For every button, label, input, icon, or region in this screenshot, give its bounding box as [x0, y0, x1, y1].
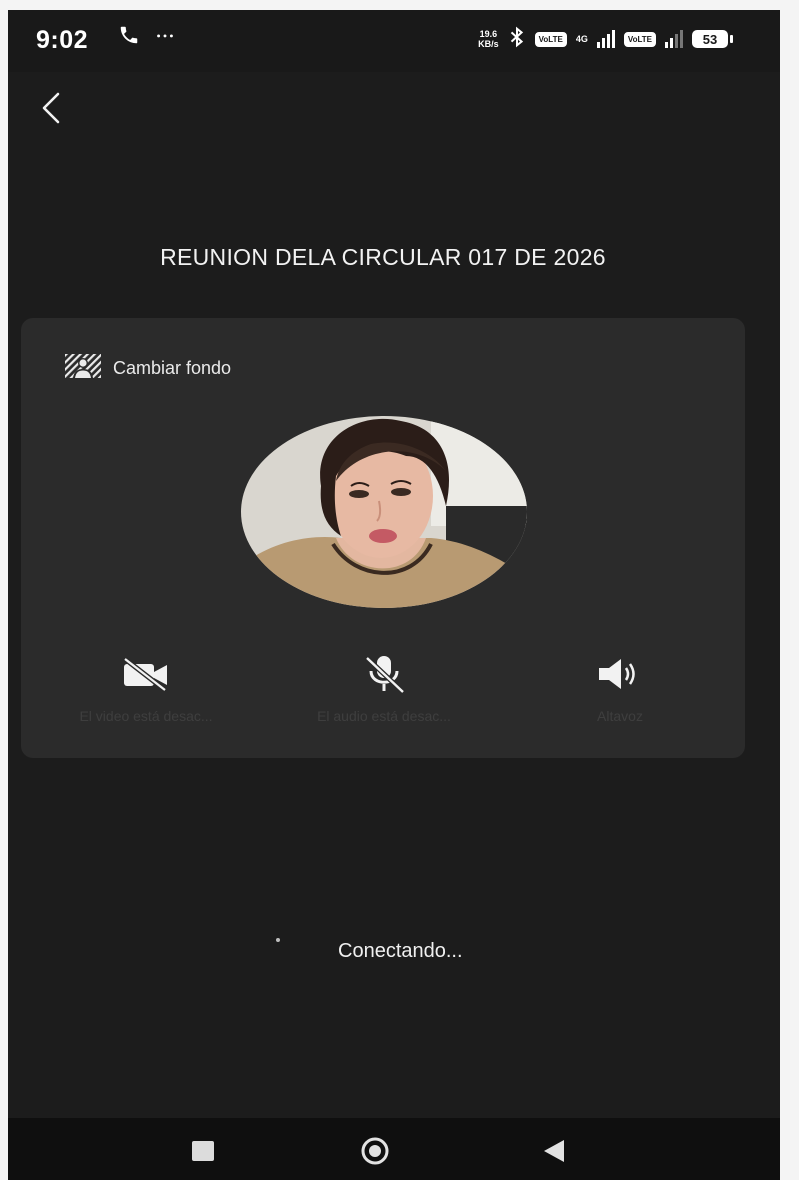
audio-status-label: El audio está desac...	[317, 708, 451, 724]
speaker-button[interactable]: Altavoz	[495, 652, 745, 724]
mic-off-icon	[365, 656, 405, 694]
bluetooth-icon	[508, 26, 526, 52]
network-type: 4G	[575, 33, 588, 44]
volte-badge-2: VoLTE	[623, 31, 656, 47]
more-dots-icon	[154, 26, 176, 51]
network-speed: 19.6 KB/s	[478, 29, 499, 49]
video-off-icon	[123, 657, 167, 692]
battery-icon: 53	[692, 30, 733, 48]
change-background-label: Cambiar fondo	[113, 358, 232, 378]
change-background-button[interactable]: Cambiar fondo	[65, 354, 231, 383]
recents-square-icon	[192, 1141, 214, 1161]
meeting-title: REUNION DELA CIRCULAR 017 DE 2026	[160, 244, 606, 270]
network-speed-value: 19.6	[479, 29, 498, 39]
toggle-video-button[interactable]: El video está desac...	[21, 652, 271, 724]
loading-spinner-icon	[276, 938, 280, 942]
phone-call-icon	[118, 26, 146, 51]
speaker-icon	[599, 659, 635, 689]
back-triangle-icon	[544, 1140, 564, 1162]
network-speed-unit: KB/s	[478, 39, 499, 49]
navigation-bar	[8, 1118, 780, 1180]
user-avatar	[241, 416, 527, 608]
background-blur-icon	[65, 354, 101, 383]
home-circle-icon	[361, 1137, 389, 1165]
connecting-status: Conectando...	[338, 940, 463, 962]
volte-badge-1: VoLTE	[534, 31, 567, 47]
system-back-button[interactable]	[538, 1136, 568, 1171]
toggle-audio-button[interactable]: El audio está desac...	[259, 652, 509, 724]
status-time: 9:02	[36, 26, 89, 54]
status-left-icons	[118, 24, 184, 52]
video-status-label: El video está desac...	[79, 708, 213, 724]
recents-button[interactable]	[188, 1136, 218, 1171]
status-bar: 9:02 19.6 KB/s VoLTE 4G VoLTE 53	[8, 10, 780, 72]
chevron-left-icon	[42, 92, 60, 124]
speaker-label: Altavoz	[597, 708, 643, 724]
status-right-icons: 19.6 KB/s VoLTE 4G VoLTE 53	[478, 26, 733, 52]
signal-strength-icon	[596, 30, 615, 48]
back-button[interactable]	[34, 88, 74, 128]
preview-card: Cambiar fondo El video está desac... El …	[21, 318, 745, 758]
phone-screen: 9:02 19.6 KB/s VoLTE 4G VoLTE 53 REUNION…	[8, 10, 780, 1180]
home-button[interactable]	[358, 1136, 392, 1171]
signal-strength-icon-2	[665, 30, 683, 48]
